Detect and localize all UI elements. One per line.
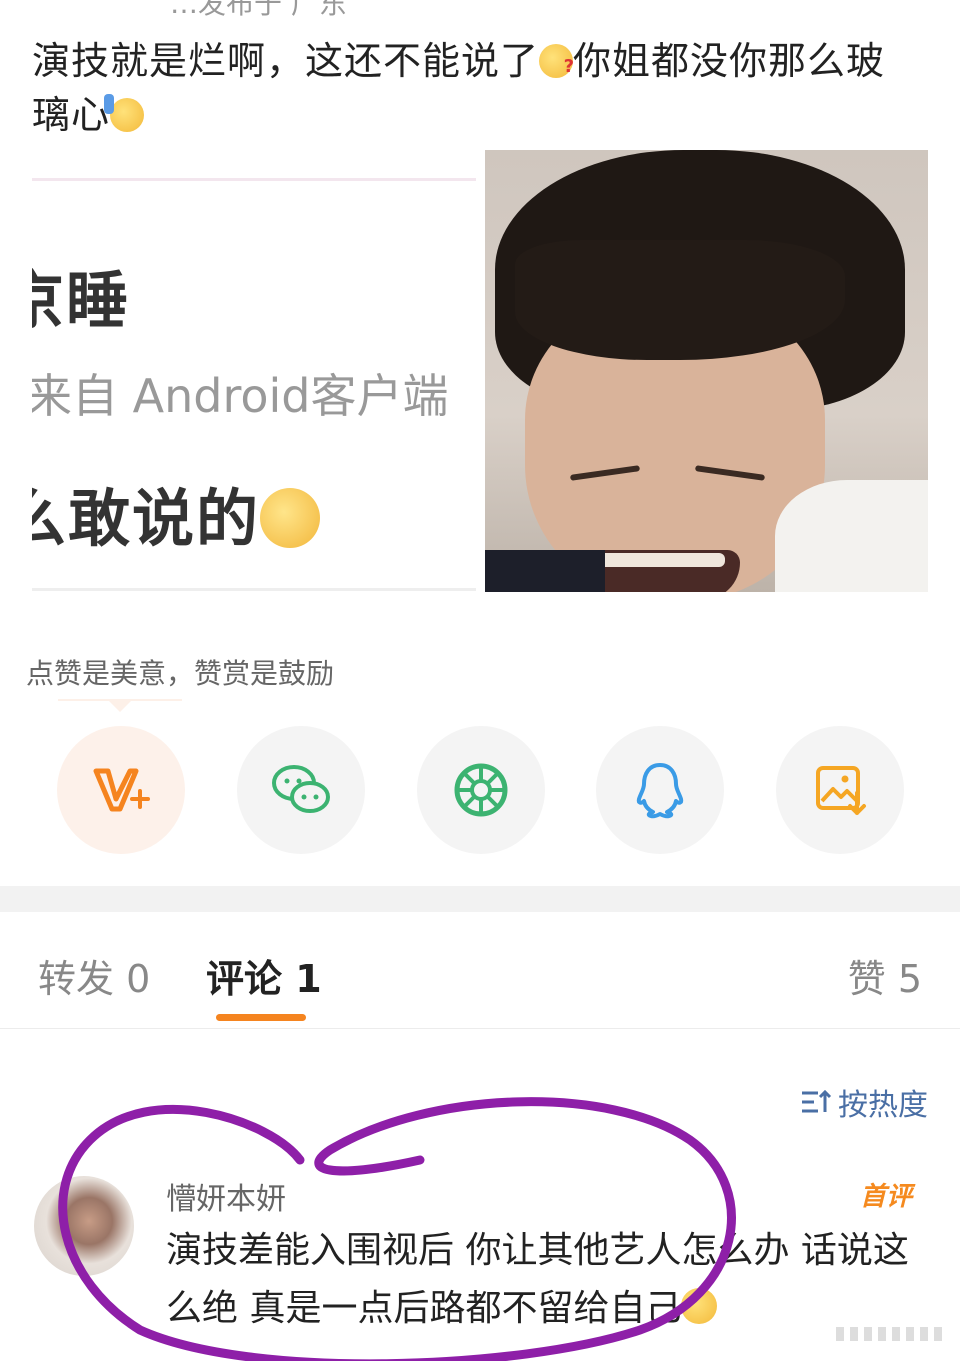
comment-text: 演技差能入围视后 你让其他艺人怎么办 话说这么绝 真是一点后路都不留给自己 <box>166 1222 926 1338</box>
tab-repost[interactable]: 转发 0 <box>38 948 150 1003</box>
raise-hand-emoji-icon <box>104 94 145 132</box>
avatar[interactable] <box>34 1176 134 1276</box>
faded-action-icons <box>836 1327 948 1341</box>
share-wechat-button[interactable] <box>237 726 365 854</box>
divider <box>32 588 476 591</box>
post-image-screenshot[interactable]: 京睡 来自 Android客户端 么敢说的 <box>32 150 476 592</box>
divider <box>0 1028 960 1029</box>
post-meta-fragment: …发布于 广东 <box>170 0 347 20</box>
moments-icon <box>454 763 508 817</box>
screenshot-text-line3: 么敢说的 <box>32 468 321 558</box>
reward-button[interactable] <box>57 726 185 854</box>
wechat-icon <box>272 765 330 813</box>
first-comment-badge: 首评 <box>859 1182 912 1212</box>
share-moments-button[interactable] <box>417 726 545 854</box>
photo-collar <box>775 480 928 592</box>
screenshot-text-line3-label: 么敢说的 <box>32 482 261 555</box>
sort-label: 按热度 <box>838 1088 928 1123</box>
smirk-emoji-icon <box>681 1288 718 1324</box>
sort-icon <box>802 1089 832 1113</box>
active-tab-indicator <box>216 1014 306 1021</box>
screenshot-text-line2: 来自 Android客户端 <box>32 369 449 423</box>
share-qq-button[interactable] <box>596 726 724 854</box>
save-image-icon <box>816 766 866 815</box>
post-text: 演技就是烂啊，这还不能说了你姐都没你那么玻 璃心 <box>32 34 932 142</box>
tab-comment[interactable]: 评论 1 <box>206 948 322 1003</box>
post-text-part2: 你姐都没你那么玻 <box>573 39 886 83</box>
divider <box>32 178 476 181</box>
post-text-part1: 演技就是烂啊，这还不能说了 <box>32 39 540 83</box>
commenter-username[interactable]: 懵妍本妍 <box>166 1174 286 1218</box>
post-image-crying-photo[interactable] <box>485 150 928 592</box>
photo-shirt <box>485 550 605 592</box>
photo-fringe <box>515 240 845 360</box>
tab-like[interactable]: 赞 5 <box>848 948 922 1003</box>
screenshot-text-line1: 京睡 <box>32 264 131 337</box>
photo-teeth <box>595 553 725 567</box>
section-divider <box>0 886 960 912</box>
reward-v-plus-icon <box>93 768 150 812</box>
reward-hint-arrow <box>108 700 132 712</box>
sort-by-hot-button[interactable]: 按热度 <box>800 1080 928 1124</box>
post-text-part3: 璃心 <box>32 93 111 137</box>
thinking-emoji-icon <box>539 40 575 94</box>
comment-body: 演技差能入围视后 你让其他艺人怎么办 话说这么绝 真是一点后路都不留给自己 <box>166 1230 909 1329</box>
reward-hint: 点赞是美意，赞赏是鼓励 <box>26 657 335 690</box>
qq-icon <box>636 763 684 819</box>
smirk-emoji-icon <box>260 488 321 548</box>
save-image-button[interactable] <box>776 726 904 854</box>
